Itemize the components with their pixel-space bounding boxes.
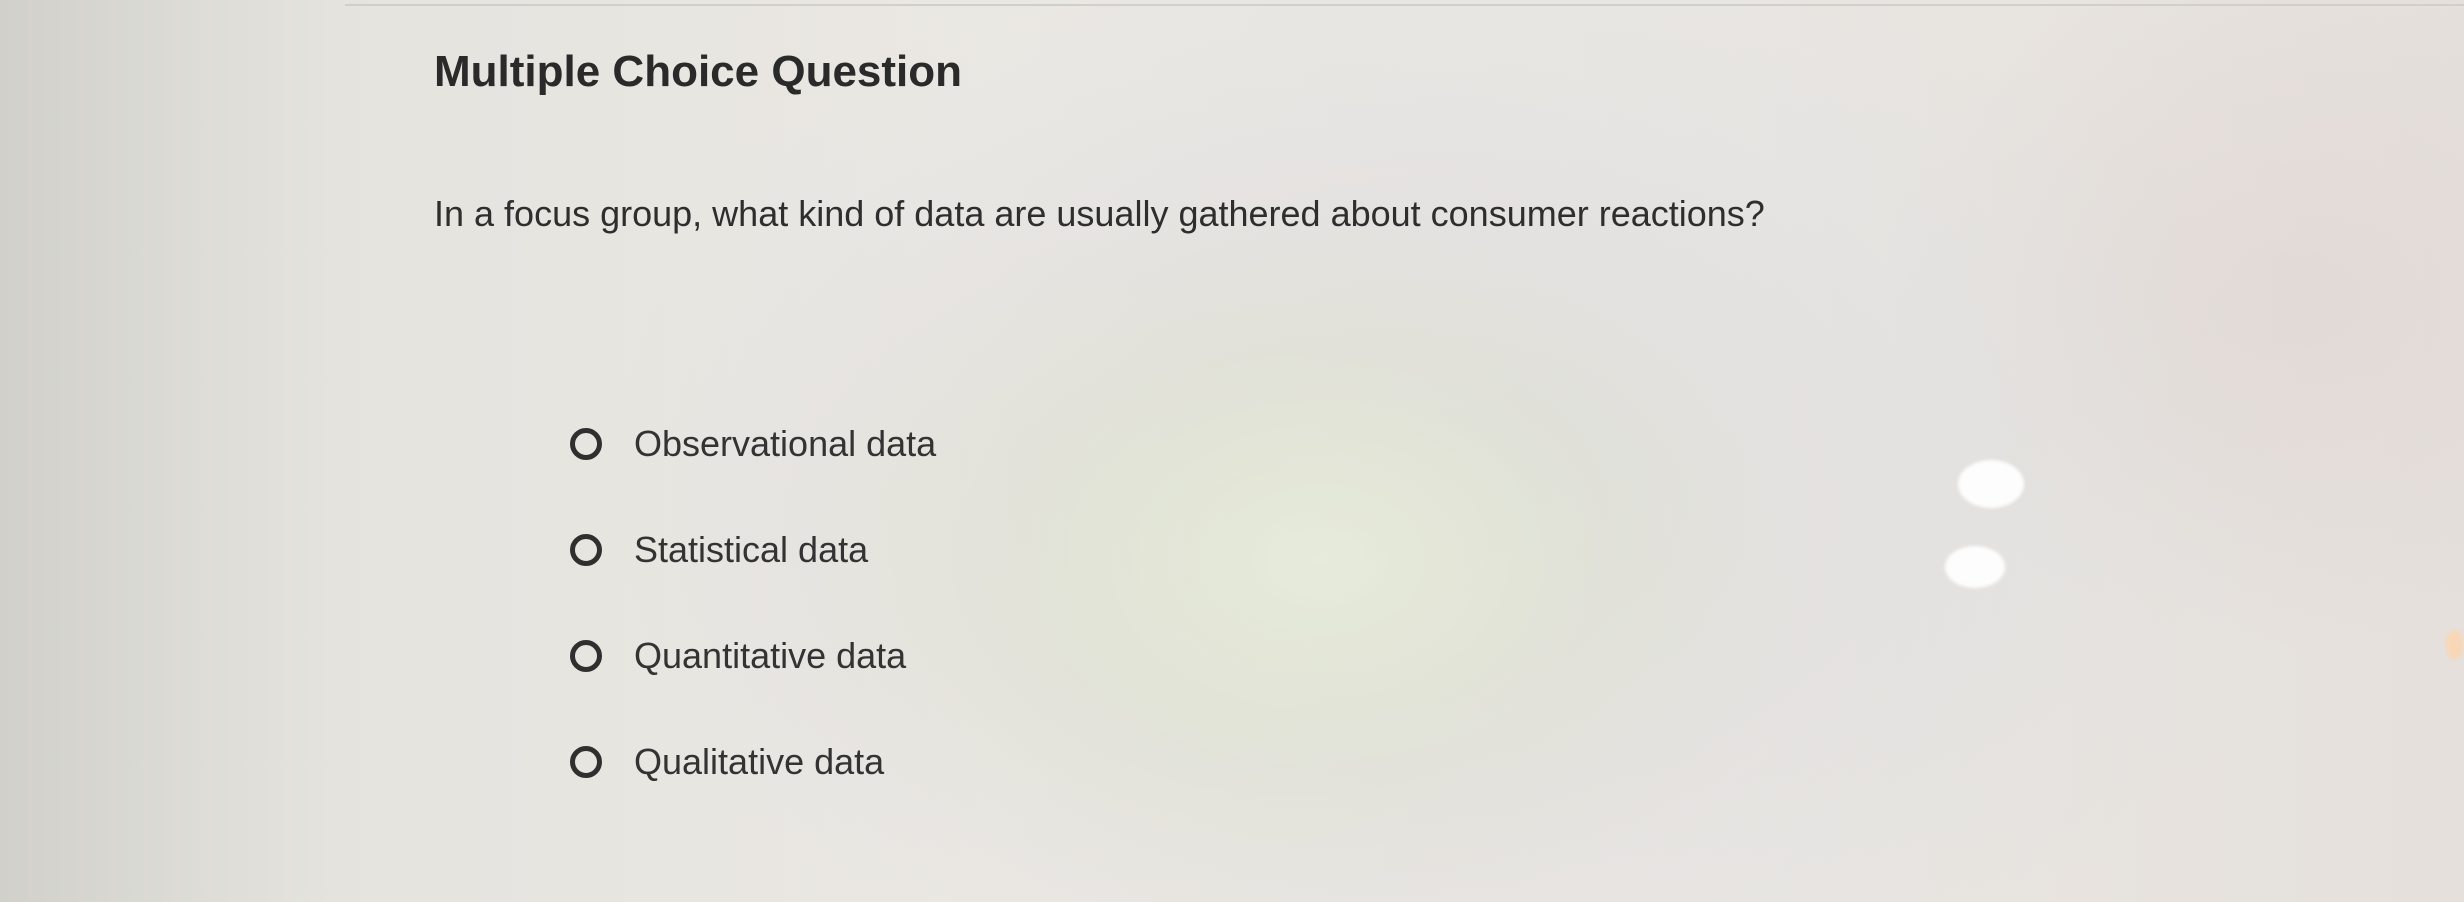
screen-left-margin (0, 0, 345, 902)
question-heading: Multiple Choice Question (434, 47, 963, 96)
answer-option-qualitative[interactable]: Qualitative data (570, 736, 936, 788)
answer-option-observational[interactable]: Observational data (570, 418, 936, 470)
radio-button-icon[interactable] (570, 746, 602, 778)
answer-option-label: Statistical data (634, 529, 869, 570)
answer-option-label: Quantitative data (634, 635, 907, 676)
top-divider (345, 4, 2464, 6)
answer-option-label: Observational data (634, 423, 937, 464)
answer-option-statistical[interactable]: Statistical data (570, 524, 936, 576)
radio-button-icon[interactable] (570, 640, 602, 672)
answer-option-quantitative[interactable]: Quantitative data (570, 630, 936, 682)
radio-button-icon[interactable] (570, 428, 602, 460)
radio-button-icon[interactable] (570, 534, 602, 566)
light-reflection (2446, 630, 2464, 660)
question-prompt: In a focus group, what kind of data are … (434, 193, 1765, 234)
answer-option-label: Qualitative data (634, 741, 885, 782)
question-panel: Multiple Choice Question In a focus grou… (434, 40, 2334, 238)
light-reflection (1945, 546, 2005, 588)
answer-options: Observational data Statistical data Quan… (570, 418, 936, 842)
light-reflection (1958, 460, 2024, 508)
